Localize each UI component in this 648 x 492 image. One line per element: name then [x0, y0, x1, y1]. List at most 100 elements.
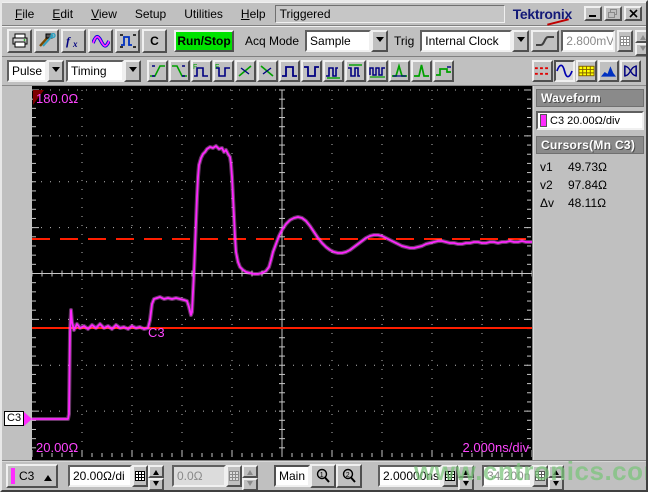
- menu-view[interactable]: View: [82, 4, 126, 24]
- negative-burst-button[interactable]: [345, 60, 366, 82]
- menu-utilities[interactable]: Utilities: [175, 4, 232, 24]
- plot-left-margin: C3: [2, 86, 33, 460]
- falling-slew-rate-button[interactable]: [257, 60, 278, 82]
- vertical-scale-stepper[interactable]: [148, 465, 164, 490]
- printer-button[interactable]: [7, 29, 32, 53]
- acq-mode-select[interactable]: Sample: [305, 30, 389, 52]
- menu-help[interactable]: Help: [232, 4, 275, 24]
- timebase-scale-field[interactable]: 2.00000ns: [378, 465, 442, 487]
- positive-overshoot-icon: [392, 63, 407, 77]
- formula-icon: fx: [66, 34, 78, 49]
- menu-file[interactable]: File: [6, 4, 43, 24]
- keypad-icon: [617, 30, 634, 52]
- formula-button[interactable]: fx: [61, 29, 86, 53]
- positive-width-icon: F: [193, 64, 208, 77]
- graticule-display[interactable]: 180.0Ω 20.00Ω 2.000ns/div C3: [32, 86, 532, 460]
- negative-width-icon: F: [215, 64, 230, 77]
- frequency-button[interactable]: [367, 60, 388, 82]
- vertical-offset-field: 0.0Ω: [172, 465, 226, 487]
- toolbar-main: fx C Run/Stop Acq Mode Sample Trig Inter…: [2, 26, 646, 57]
- chevron-down-icon[interactable]: [371, 30, 389, 52]
- restore-button: [604, 6, 622, 21]
- main-area: C3 180.0Ω 20.00Ω 2.000ns/div C3 Waveform C3…: [2, 86, 646, 460]
- svg-text:1: 1: [320, 472, 324, 479]
- svg-text:2: 2: [346, 472, 350, 479]
- zoom-2-button[interactable]: 2: [336, 464, 362, 488]
- trigger-level-field: 2.800mV: [561, 30, 616, 52]
- chevron-down-icon[interactable]: [47, 60, 64, 82]
- settle-dc-button[interactable]: [433, 60, 454, 82]
- pulse-category-select[interactable]: Pulse: [7, 60, 64, 82]
- tools-button[interactable]: [34, 29, 59, 53]
- trigger-level-stepper: [635, 30, 646, 56]
- printer-icon: [12, 33, 27, 48]
- menu-edit[interactable]: Edit: [43, 4, 82, 24]
- horizontal-cursors-icon: [534, 67, 551, 75]
- trig-label: Trig: [394, 34, 415, 48]
- pulse-peak-icon: [414, 64, 429, 77]
- waveform-list-item[interactable]: C3 20.00Ω/div: [536, 111, 644, 130]
- negative-pulse-icon: [304, 66, 319, 77]
- toolbar-measure: Pulse Timing FF: [2, 57, 646, 86]
- keypad-icon[interactable]: [442, 465, 458, 487]
- negative-pulse-button[interactable]: [301, 60, 322, 82]
- pulse-peak-button[interactable]: [411, 60, 432, 82]
- trigger-source-select[interactable]: Internal Clock: [420, 30, 530, 52]
- fall-time-icon: [172, 65, 187, 77]
- display-waveform-icon: [556, 64, 573, 78]
- cursor-readout-Δv: Δv 48.11Ω: [540, 196, 607, 210]
- svg-text:C3: C3: [148, 325, 165, 340]
- vertical-offset-stepper: [242, 465, 258, 490]
- keypad-icon: [226, 465, 242, 487]
- cursors-panel-header: Cursors(Mn C3): [536, 136, 644, 154]
- cursor-readouts: v1 49.73Ω v2 97.84Ω Δv 48.11Ω: [536, 158, 644, 212]
- svg-text:2.000ns/div: 2.000ns/div: [463, 440, 530, 455]
- trace-color-swatch: [540, 114, 547, 127]
- zoom-1-button[interactable]: 1: [310, 464, 336, 488]
- display-waveform-button[interactable]: [554, 60, 575, 82]
- menu-setup[interactable]: Setup: [126, 4, 175, 24]
- pulse-capture-button[interactable]: [115, 29, 140, 53]
- positive-overshoot-button[interactable]: [389, 60, 410, 82]
- channel-select-button[interactable]: C3: [6, 464, 58, 488]
- falling-slew-rate-icon: [260, 65, 274, 77]
- triangle-up-icon: [44, 471, 53, 481]
- minimize-button[interactable]: [584, 6, 602, 21]
- waveform-database-icon: [578, 65, 595, 77]
- acq-mode-label: Acq Mode: [245, 34, 300, 48]
- main-timebase-button[interactable]: Main: [274, 465, 310, 487]
- keypad-icon[interactable]: [532, 465, 548, 487]
- clear-channel-button[interactable]: C: [142, 29, 167, 53]
- trigger-status-indicator: Triggered: [274, 4, 505, 23]
- chevron-down-icon[interactable]: [512, 30, 530, 52]
- keypad-icon[interactable]: [132, 465, 148, 487]
- tools-icon: [38, 33, 56, 47]
- waveform-panel-header: Waveform: [536, 89, 644, 107]
- rising-slew-rate-button[interactable]: [235, 60, 256, 82]
- timebase-stepper[interactable]: [458, 465, 474, 490]
- burst-width-button[interactable]: [323, 60, 344, 82]
- cursor-readout-v1: v1 49.73Ω: [540, 160, 607, 174]
- horizontal-delay-stepper[interactable]: [548, 465, 564, 490]
- graticule-svg: 180.0Ω 20.00Ω 2.000ns/div C3: [32, 86, 532, 460]
- run-stop-button[interactable]: Run/Stop: [174, 30, 234, 52]
- positive-pulse-icon: [282, 66, 297, 77]
- timing-category-select[interactable]: Timing: [66, 60, 141, 82]
- horizontal-cursors-button[interactable]: [532, 60, 553, 82]
- rise-time-button[interactable]: [147, 60, 168, 82]
- chevron-down-icon[interactable]: [124, 60, 141, 82]
- trigger-slope-button[interactable]: [531, 30, 560, 52]
- fall-time-button[interactable]: [169, 60, 190, 82]
- waveform-database-button[interactable]: [576, 60, 597, 82]
- color-waveform-button[interactable]: [88, 29, 113, 53]
- rise-time-icon: [150, 65, 165, 77]
- negative-width-button[interactable]: F: [213, 60, 234, 82]
- svg-text:x: x: [72, 39, 78, 49]
- vertical-scale-field[interactable]: 20.00Ω/di: [68, 465, 132, 487]
- eye-diagram-button[interactable]: [620, 60, 641, 82]
- close-button[interactable]: [624, 6, 642, 21]
- horizontal-delay-field[interactable]: 34.200n: [482, 465, 532, 487]
- histogram-button[interactable]: [598, 60, 619, 82]
- positive-pulse-button[interactable]: [279, 60, 300, 82]
- positive-width-button[interactable]: F: [191, 60, 212, 82]
